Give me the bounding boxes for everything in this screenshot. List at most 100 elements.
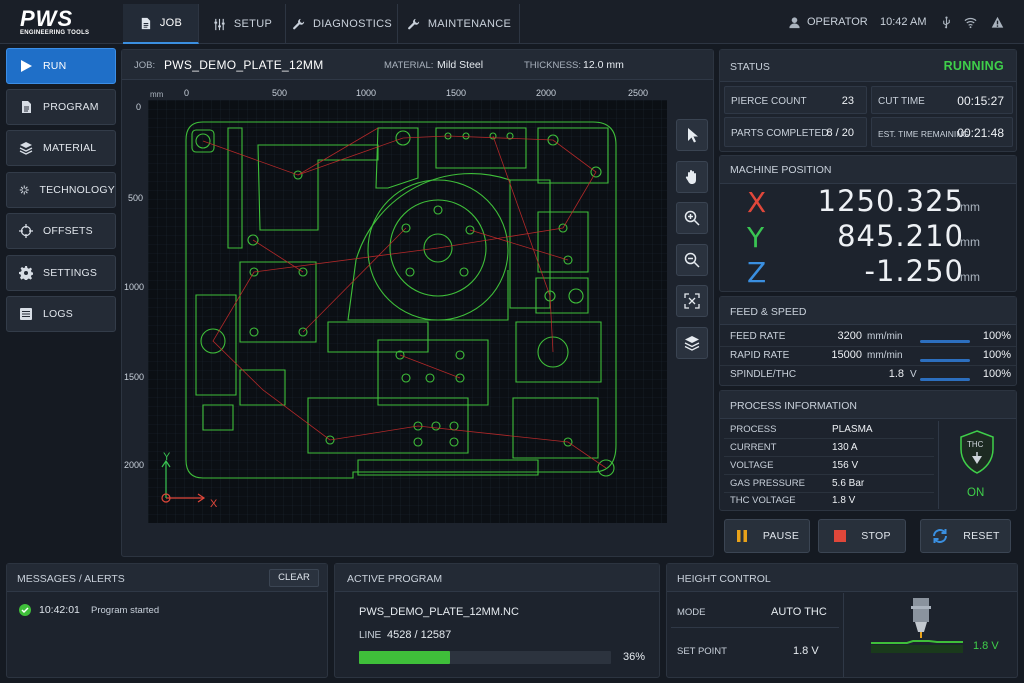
height-reading: 1.8 V (973, 640, 999, 652)
crosshair-icon (19, 224, 33, 238)
messages-panel: MESSAGES / ALERTS CLEAR 10:42:01 Program… (6, 563, 328, 678)
tab-job[interactable]: JOB (123, 4, 199, 44)
rapid-rate-bar (920, 359, 970, 362)
select-tool-button[interactable] (676, 119, 708, 151)
cut-time-cell: CUT TIME 00:15:27 (871, 86, 1013, 114)
current-row: CURRENT 130 A (724, 439, 934, 457)
x-tick-label: 2500 (628, 88, 649, 98)
shield-icon (960, 430, 994, 474)
thc-voltage-value: 1.8 V (832, 495, 856, 506)
thc-state: ON (967, 487, 985, 499)
y-axis-label: Y (163, 451, 171, 463)
fit-view-button[interactable] (676, 285, 708, 317)
set-point-value: 1.8 V (793, 645, 819, 657)
clock-time: 10:42 AM (880, 16, 927, 28)
x-axis-letter: X (747, 186, 767, 219)
stop-icon (834, 530, 847, 542)
active-program-panel: ACTIVE PROGRAM PWS_DEMO_PLATE_12MM.NC LI… (334, 563, 660, 678)
x-tick-label: 500 (272, 88, 288, 98)
x-axis-label: X (210, 498, 218, 510)
program-line-value: 4528 / 12587 (387, 629, 452, 641)
sidebar-item-logs[interactable]: LOGS (6, 296, 116, 332)
height-vertical-divider (843, 593, 844, 677)
feed-speed-title: FEED & SPEED (730, 306, 807, 318)
job-header: JOB: PWS_DEMO_PLATE_12MM MATERIAL: Mild … (122, 50, 713, 80)
process-row: PROCESS PLASMA (724, 421, 934, 439)
spindle-thc-row: SPINDLE/THC 1.8 V 100% (720, 366, 1016, 385)
alert-status[interactable] (991, 0, 1004, 44)
process-info-title: PROCESS INFORMATION (730, 400, 857, 412)
stop-button[interactable]: STOP (818, 519, 906, 553)
tab-diagnostics[interactable]: DIAGNOSTICS (287, 4, 398, 44)
material-value: Mild Steel (437, 59, 484, 71)
x-position-value: 1250.325 (817, 184, 964, 218)
active-program-title: ACTIVE PROGRAM (347, 573, 443, 585)
pierce-count-label: PIERCE COUNT (731, 96, 807, 107)
usb-status[interactable] (940, 0, 953, 44)
sliders-icon (214, 18, 225, 30)
layers-button[interactable] (676, 327, 708, 359)
spindle-thc-pct: 100% (982, 368, 1011, 380)
y-tick-label: 2000 (124, 460, 145, 470)
sidebar-item-label: MATERIAL (43, 142, 97, 154)
height-control-panel: HEIGHT CONTROL MODE AUTO THC SET POINT 1… (666, 563, 1018, 678)
reset-button[interactable]: RESET (920, 519, 1011, 553)
warning-icon (991, 16, 1004, 28)
process-value: PLASMA (832, 424, 873, 435)
sidebar-item-offsets[interactable]: OFFSETS (6, 213, 116, 249)
spark-icon (19, 185, 29, 195)
spindle-thc-value: 1.8 (888, 368, 904, 380)
current-value: 130 A (832, 442, 858, 453)
user-icon (789, 16, 800, 28)
ruler-unit: mm (150, 90, 164, 99)
cut-time-value: 00:15:27 (957, 94, 1004, 108)
layers-icon (19, 142, 33, 155)
y-tick-label: 500 (128, 193, 144, 203)
sidebar-item-settings[interactable]: SETTINGS (6, 255, 116, 291)
zoom-out-button[interactable] (676, 244, 708, 276)
set-point-label: SET POINT (677, 646, 727, 657)
operator-user[interactable]: OPERATOR (788, 0, 868, 44)
wifi-status[interactable] (964, 0, 977, 44)
feed-rate-value: 3200 (837, 330, 862, 342)
sidebar-item-technology[interactable]: TECHNOLOGY (6, 172, 116, 208)
sidebar-item-label: OFFSETS (43, 225, 93, 237)
hand-icon (685, 170, 696, 184)
document-icon (22, 101, 31, 113)
cut-preview-canvas[interactable] (148, 100, 667, 523)
tab-setup[interactable]: SETUP (200, 4, 286, 44)
wrench-icon (407, 18, 419, 29)
sidebar-item-run[interactable]: RUN (6, 48, 116, 84)
pierce-count-value: 23 (841, 95, 854, 107)
pause-button[interactable]: PAUSE (724, 519, 810, 553)
est-time-value: 00:21:48 (957, 126, 1004, 140)
y-position-unit: mm (960, 235, 980, 249)
program-filename: PWS_DEMO_PLATE_12MM.NC (359, 606, 519, 618)
sidebar-item-program[interactable]: PROGRAM (6, 89, 116, 125)
x-position-unit: mm (960, 200, 980, 214)
spindle-thc-label: SPINDLE/THC (730, 369, 797, 380)
gas-pressure-label: GAS PRESSURE (730, 478, 805, 489)
est-time-label: EST. TIME REMAINING (878, 129, 969, 139)
reset-label: RESET (963, 530, 1000, 542)
sidebar-item-material[interactable]: MATERIAL (6, 130, 116, 166)
y-position-value: 845.210 (837, 219, 964, 253)
status-title: STATUS (730, 61, 770, 73)
rapid-rate-value: 15000 (831, 349, 862, 361)
clear-messages-button[interactable]: CLEAR (269, 569, 319, 587)
torch-height-graphic (871, 598, 963, 653)
pan-tool-button[interactable] (676, 161, 708, 193)
feed-rate-row: FEED RATE 3200 mm/min 100% (720, 328, 1016, 347)
thc-status: THC ON (938, 421, 1014, 509)
gear-icon (19, 266, 33, 280)
tab-label: SETUP (233, 18, 273, 30)
parts-completed-value: 8 / 20 (826, 127, 854, 139)
zoom-in-button[interactable] (676, 202, 708, 234)
wifi-icon (964, 17, 977, 28)
cut-time-label: CUT TIME (878, 96, 925, 107)
zoom-out-icon (684, 252, 700, 268)
tab-maintenance[interactable]: MAINTENANCE (399, 4, 520, 44)
play-icon (21, 60, 32, 72)
y-axis-letter: Y (747, 221, 765, 254)
program-progress-pct: 36% (623, 651, 646, 663)
